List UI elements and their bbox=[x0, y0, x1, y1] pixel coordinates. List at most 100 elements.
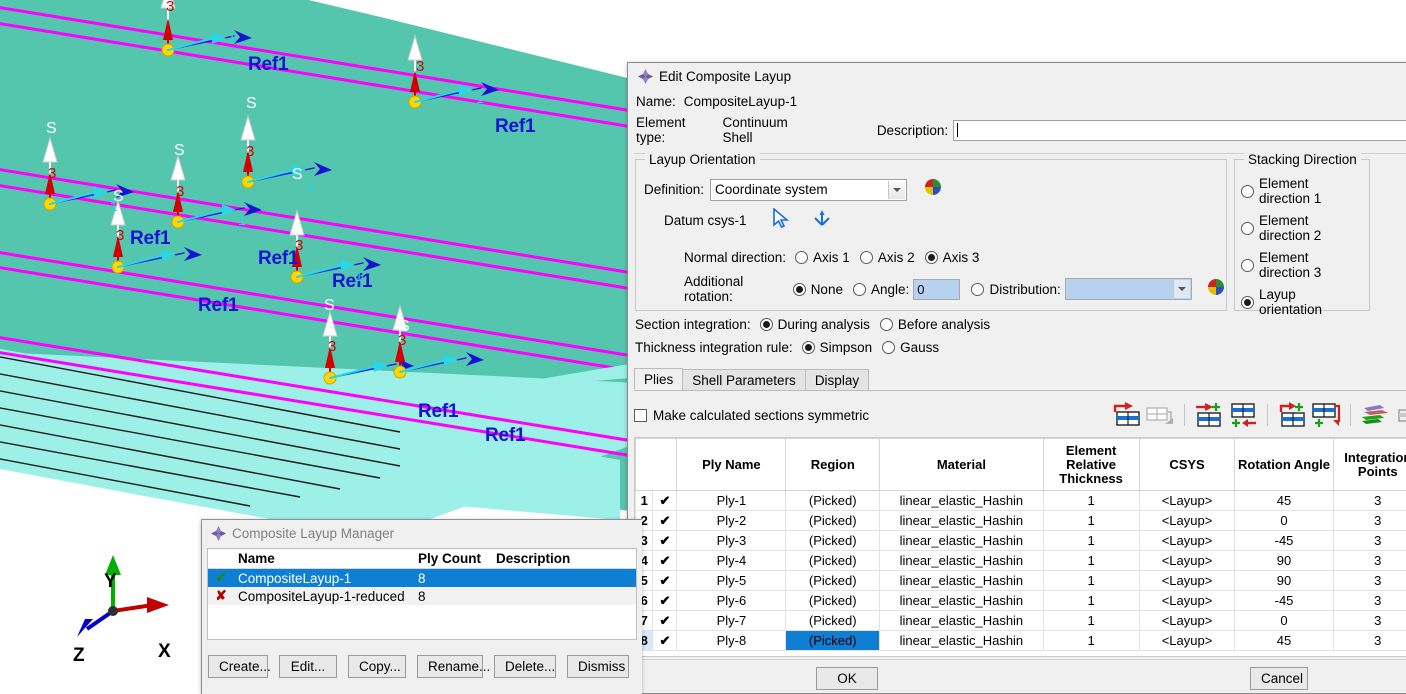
layup-table[interactable]: Name Ply Count Description ✔ CompositeLay… bbox=[208, 549, 636, 605]
normal-direction-axis2-radio[interactable]: Axis 2 bbox=[859, 250, 915, 265]
additional-rotation-distribution-radio[interactable]: Distribution: bbox=[971, 282, 1061, 297]
cell-integration-points[interactable]: 3 bbox=[1332, 590, 1406, 611]
composite-layup-manager-dialog[interactable]: Composite Layup Manager Name Ply Count D… bbox=[201, 519, 642, 694]
cell-region[interactable]: (Picked) bbox=[785, 590, 881, 611]
cell-material[interactable]: linear_elastic_Hashin bbox=[879, 530, 1044, 551]
distribution-color-wheel-icon[interactable] bbox=[1206, 277, 1226, 302]
cell-ply-name[interactable]: Ply-2 bbox=[676, 510, 787, 531]
cell-csys[interactable]: <Layup> bbox=[1138, 630, 1236, 651]
cell-rotation-angle[interactable]: 0 bbox=[1234, 610, 1334, 631]
cell-rotation-angle[interactable]: -45 bbox=[1234, 590, 1334, 611]
cell-rotation-angle[interactable]: 45 bbox=[1234, 490, 1334, 511]
cell-csys[interactable]: <Layup> bbox=[1138, 570, 1236, 591]
cell-region[interactable]: (Picked) bbox=[785, 570, 881, 591]
move-row-icon[interactable] bbox=[1145, 402, 1175, 428]
tab-plies[interactable]: Plies bbox=[634, 368, 684, 390]
normal-direction-axis1-radio[interactable]: Axis 1 bbox=[795, 250, 850, 265]
col-integration-points[interactable]: Integration Points bbox=[1332, 438, 1406, 491]
symmetric-checkbox-row[interactable]: Make calculated sections symmetric bbox=[634, 408, 869, 423]
copy-button[interactable]: Copy... bbox=[348, 655, 406, 678]
table-row[interactable]: 3 ✔ Ply-3 (Picked) linear_elastic_Hashin 1 <La… bbox=[635, 530, 1406, 551]
cell-thickness[interactable]: 1 bbox=[1042, 570, 1140, 591]
cell-material[interactable]: linear_elastic_Hashin bbox=[879, 590, 1044, 611]
table-row[interactable]: 1 ✔ Ply-1 (Picked) linear_elastic_Hashin 1 <La… bbox=[635, 490, 1406, 511]
stacking-layup-orientation-radio[interactable]: Layup orientation bbox=[1241, 287, 1359, 317]
stacking-element-direction-2-radio[interactable]: Element direction 2 bbox=[1241, 213, 1359, 243]
cell-ply-name[interactable]: Ply-8 bbox=[676, 630, 787, 651]
cell-ply-count[interactable]: 8 bbox=[414, 568, 492, 587]
tab-shell-parameters[interactable]: Shell Parameters bbox=[682, 369, 806, 390]
section-integration-before-radio[interactable]: Before analysis bbox=[879, 317, 990, 332]
cell-integration-points[interactable]: 3 bbox=[1332, 570, 1406, 591]
table-row[interactable]: 2 ✔ Ply-2 (Picked) linear_elastic_Hashin 1 <La… bbox=[635, 510, 1406, 531]
cell-ply-name[interactable]: Ply-5 bbox=[676, 570, 787, 591]
rename-button[interactable]: Rename... bbox=[417, 655, 490, 678]
cell-material[interactable]: linear_elastic_Hashin bbox=[879, 490, 1044, 511]
ok-button[interactable]: OK bbox=[816, 667, 878, 690]
cell-csys[interactable]: <Layup> bbox=[1138, 590, 1236, 611]
cell-ply-name[interactable]: Ply-4 bbox=[676, 550, 787, 571]
col-csys[interactable]: CSYS bbox=[1138, 438, 1236, 491]
insert-row-before-icon[interactable] bbox=[1111, 402, 1141, 428]
table-row[interactable]: 4 ✔ Ply-4 (Picked) linear_elastic_Hashin 1 <La… bbox=[635, 550, 1406, 571]
cell-description[interactable] bbox=[492, 587, 636, 605]
layup-list[interactable]: Name Ply Count Description ✔ CompositeLay… bbox=[207, 548, 637, 640]
cell-integration-points[interactable]: 3 bbox=[1332, 610, 1406, 631]
cell-region[interactable]: (Picked) bbox=[785, 510, 881, 531]
cell-ply-name[interactable]: Ply-1 bbox=[676, 490, 787, 511]
cell-thickness[interactable]: 1 bbox=[1042, 490, 1140, 511]
col-name[interactable]: Name bbox=[234, 549, 414, 569]
ply-table-toolbar[interactable] bbox=[1111, 400, 1406, 430]
list-item[interactable]: ✘ CompositeLayup-1-reduced 8 bbox=[208, 587, 636, 605]
color-wheel-icon[interactable] bbox=[923, 177, 943, 202]
cell-rotation-angle[interactable]: 0 bbox=[1234, 510, 1334, 531]
ply-stack-plot-icon[interactable] bbox=[1360, 402, 1390, 428]
manager-titlebar[interactable]: Composite Layup Manager bbox=[202, 520, 642, 546]
cell-csys[interactable]: <Layup> bbox=[1138, 550, 1236, 571]
dismiss-button[interactable]: Dismiss bbox=[567, 655, 629, 678]
chevron-down-icon[interactable] bbox=[888, 180, 906, 199]
definition-combobox[interactable]: Coordinate system bbox=[710, 178, 908, 201]
cell-thickness[interactable]: 1 bbox=[1042, 630, 1140, 651]
cell-thickness[interactable]: 1 bbox=[1042, 530, 1140, 551]
cell-material[interactable]: linear_elastic_Hashin bbox=[879, 630, 1044, 651]
cell-rotation-angle[interactable]: -45 bbox=[1234, 530, 1334, 551]
cell-description[interactable] bbox=[492, 568, 636, 587]
cell-ply-name[interactable]: Ply-6 bbox=[676, 590, 787, 611]
cell-rotation-angle[interactable]: 90 bbox=[1234, 550, 1334, 571]
row-check-icon[interactable]: ✔ bbox=[652, 530, 678, 551]
thickness-rule-gauss-radio[interactable]: Gauss bbox=[882, 340, 939, 355]
list-item[interactable]: ✔ CompositeLayup-1 8 bbox=[208, 568, 636, 587]
row-check-icon[interactable]: ✔ bbox=[652, 610, 678, 631]
cell-thickness[interactable]: 1 bbox=[1042, 550, 1140, 571]
add-row-after-icon[interactable] bbox=[1228, 402, 1258, 428]
cell-rotation-angle[interactable]: 90 bbox=[1234, 570, 1334, 591]
description-input[interactable] bbox=[953, 119, 1406, 141]
table-row[interactable]: 5 ✔ Ply-5 (Picked) linear_elastic_Hashin 1 <La… bbox=[635, 570, 1406, 591]
cell-csys[interactable]: <Layup> bbox=[1138, 610, 1236, 631]
cell-integration-points[interactable]: 3 bbox=[1332, 530, 1406, 551]
cell-thickness[interactable]: 1 bbox=[1042, 510, 1140, 531]
row-check-icon[interactable]: ✔ bbox=[652, 550, 678, 571]
cell-region[interactable]: (Picked) bbox=[785, 490, 881, 511]
table-row[interactable]: 6 ✔ Ply-6 (Picked) linear_elastic_Hashin 1 <La… bbox=[635, 590, 1406, 611]
cell-integration-points[interactable]: 3 bbox=[1332, 550, 1406, 571]
normal-direction-axis3-radio[interactable]: Axis 3 bbox=[924, 250, 979, 265]
angle-input[interactable]: 0 bbox=[913, 278, 961, 300]
cell-region[interactable]: (Picked) bbox=[785, 630, 881, 651]
add-row-before-icon[interactable] bbox=[1194, 402, 1224, 428]
cell-rotation-angle[interactable]: 45 bbox=[1234, 630, 1334, 651]
cell-region[interactable]: (Picked) bbox=[785, 530, 881, 551]
cell-integration-points[interactable]: 3 bbox=[1332, 630, 1406, 651]
cell-ply-count[interactable]: 8 bbox=[414, 587, 492, 605]
cell-integration-points[interactable]: 3 bbox=[1332, 510, 1406, 531]
cell-material[interactable]: linear_elastic_Hashin bbox=[879, 510, 1044, 531]
cell-csys[interactable]: <Layup> bbox=[1138, 510, 1236, 531]
row-check-icon[interactable]: ✔ bbox=[652, 630, 678, 651]
cell-material[interactable]: linear_elastic_Hashin bbox=[879, 610, 1044, 631]
create-button[interactable]: Create... bbox=[208, 655, 271, 678]
stacking-element-direction-1-radio[interactable]: Element direction 1 bbox=[1241, 176, 1359, 206]
col-region[interactable]: Region bbox=[785, 438, 881, 491]
plies-table[interactable]: Ply Name Region Material Element Relativ… bbox=[635, 438, 1406, 651]
row-check-icon[interactable]: ✔ bbox=[652, 490, 678, 511]
